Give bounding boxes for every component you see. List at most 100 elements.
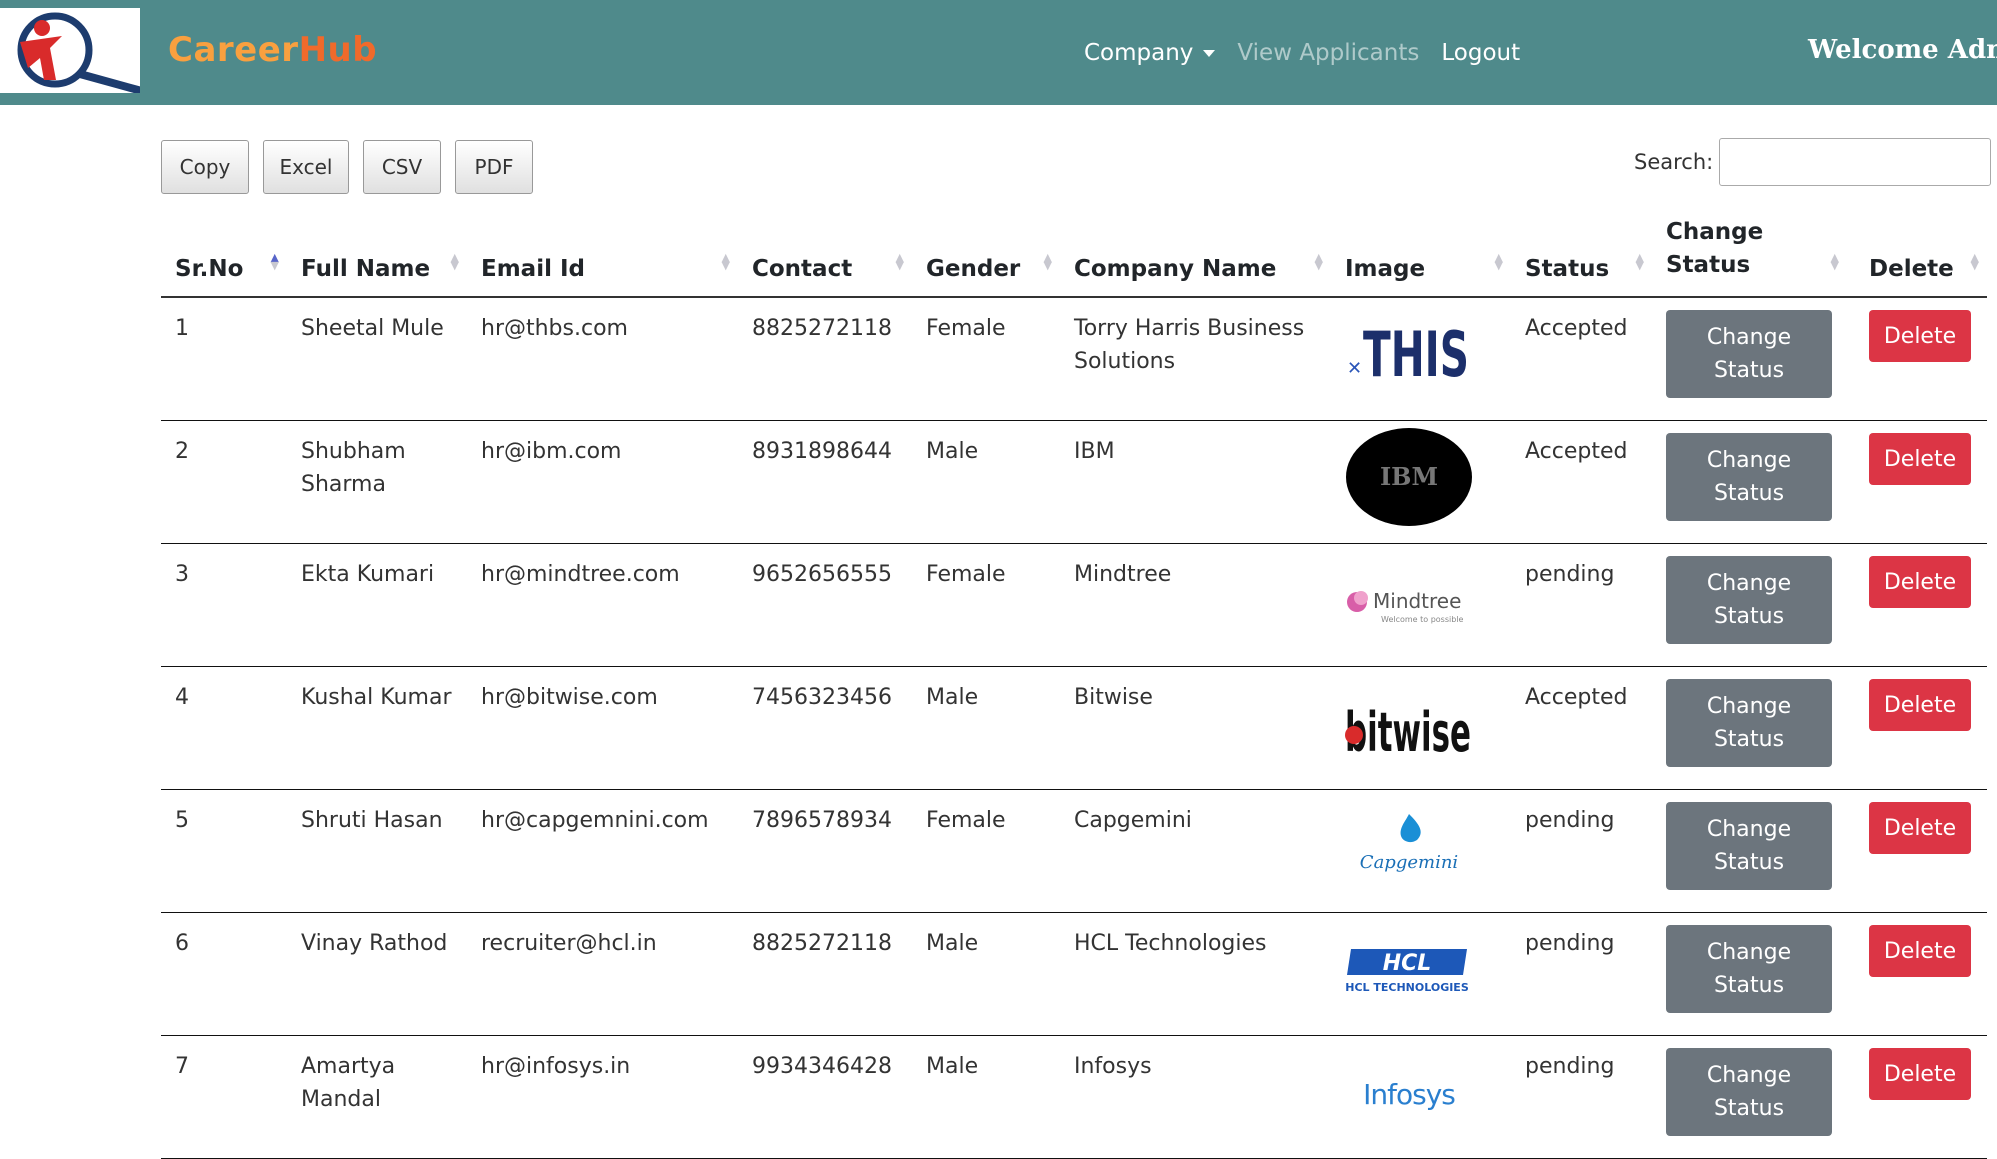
delete-button[interactable]: Delete	[1869, 556, 1971, 608]
app-logo[interactable]	[0, 8, 142, 94]
cell-fullname: Kushal Kumar	[287, 666, 467, 790]
svg-text:HCL TECHNOLOGIES: HCL TECHNOLOGIES	[1345, 981, 1469, 994]
table-row: 3 Ekta Kumari hr@mindtree.com 9652656555…	[161, 543, 1987, 667]
cell-status: Accepted	[1511, 297, 1652, 421]
change-status-button[interactable]: Change Status	[1666, 556, 1832, 644]
col-header-contact[interactable]: Contact ▲ ▼	[738, 212, 912, 298]
cell-delete: Delete	[1847, 912, 1987, 1036]
cell-gender: Female	[912, 543, 1060, 667]
cell-contact: 8931898644	[738, 420, 912, 544]
bitwise-logo: bitwise	[1345, 675, 1473, 771]
cell-email: hr@infosys.in	[467, 1035, 738, 1159]
svg-text:Mindtree: Mindtree	[1373, 589, 1461, 613]
cell-contact: 9652656555	[738, 543, 912, 667]
header-label: Status	[1525, 256, 1610, 282]
cell-fullname: Ekta Kumari	[287, 543, 467, 667]
cell-gender: Male	[912, 912, 1060, 1036]
applicants-table: Sr.No ▲ ▼ Full Name ▲ ▼ Email Id ▲ ▼ Contact ▲ ▼…	[161, 212, 1987, 1159]
cell-change-status: Change Status	[1652, 1035, 1847, 1159]
cell-status: pending	[1511, 912, 1652, 1036]
change-status-button[interactable]: Change Status	[1666, 433, 1832, 521]
cell-image: Infosys	[1331, 1035, 1511, 1159]
delete-button[interactable]: Delete	[1869, 1048, 1971, 1100]
cell-gender: Female	[912, 789, 1060, 913]
delete-button[interactable]: Delete	[1869, 802, 1971, 854]
copy-button[interactable]: Copy	[161, 140, 249, 194]
change-status-button[interactable]: Change Status	[1666, 310, 1832, 398]
logo-magnifier-icon	[17, 12, 142, 94]
cell-status: pending	[1511, 543, 1652, 667]
cell-image: Mindtree Welcome to possible	[1331, 543, 1511, 667]
delete-button[interactable]: Delete	[1869, 679, 1971, 731]
col-header-change-status[interactable]: Change Status ▲ ▼	[1652, 212, 1847, 298]
excel-button[interactable]: Excel	[263, 140, 349, 194]
cell-status: pending	[1511, 1035, 1652, 1159]
brand-name[interactable]: CareerHub	[168, 30, 377, 70]
sort-icon: ▲ ▼	[721, 251, 730, 272]
cell-delete: Delete	[1847, 543, 1987, 667]
sort-icon: ▲ ▼	[1494, 251, 1503, 272]
header-label: Company Name	[1074, 256, 1277, 282]
col-header-image[interactable]: Image ▲ ▼	[1331, 212, 1511, 298]
header-label: Change Status	[1666, 219, 1764, 278]
cell-email: hr@ibm.com	[467, 420, 738, 544]
change-status-button[interactable]: Change Status	[1666, 679, 1832, 767]
cell-delete: Delete	[1847, 297, 1987, 421]
cell-srno: 7	[161, 1035, 287, 1159]
col-header-srno[interactable]: Sr.No ▲ ▼	[161, 212, 287, 298]
cell-image: IBM	[1331, 420, 1511, 544]
col-header-status[interactable]: Status ▲ ▼	[1511, 212, 1652, 298]
cell-contact: 9934346428	[738, 1035, 912, 1159]
nav-company-dropdown[interactable]: Company	[1084, 40, 1216, 66]
col-header-gender[interactable]: Gender ▲ ▼	[912, 212, 1060, 298]
table-row: 4 Kushal Kumar hr@bitwise.com 7456323456…	[161, 666, 1987, 790]
header-label: Image	[1345, 256, 1426, 282]
sort-icon: ▲ ▼	[895, 251, 904, 272]
sort-icon: ▲ ▼	[1635, 251, 1644, 272]
header-label: Contact	[752, 256, 853, 282]
cell-company: Bitwise	[1060, 666, 1331, 790]
cell-change-status: Change Status	[1652, 666, 1847, 790]
search-input[interactable]	[1719, 138, 1992, 186]
delete-button[interactable]: Delete	[1869, 925, 1971, 977]
cell-status: Accepted	[1511, 420, 1652, 544]
cell-company: HCL Technologies	[1060, 912, 1331, 1036]
pdf-button[interactable]: PDF	[455, 140, 533, 194]
csv-button[interactable]: CSV	[363, 140, 441, 194]
delete-button[interactable]: Delete	[1869, 310, 1971, 362]
sort-icon: ▲ ▼	[450, 251, 459, 272]
cell-srno: 5	[161, 789, 287, 913]
cell-email: hr@capgemnini.com	[467, 789, 738, 913]
mindtree-logo: Mindtree Welcome to possible	[1345, 552, 1473, 648]
sort-icon: ▲ ▼	[1970, 251, 1979, 272]
nav-view-applicants[interactable]: View Applicants	[1237, 40, 1419, 66]
cell-srno: 1	[161, 297, 287, 421]
delete-button[interactable]: Delete	[1869, 433, 1971, 485]
change-status-button[interactable]: Change Status	[1666, 925, 1832, 1013]
header-label: Sr.No	[175, 256, 244, 282]
cell-change-status: Change Status	[1652, 297, 1847, 421]
export-buttons: Copy Excel CSV PDF	[161, 140, 547, 194]
header-label: Full Name	[301, 256, 431, 282]
cell-gender: Male	[912, 666, 1060, 790]
cell-contact: 7456323456	[738, 666, 912, 790]
sort-icon: ▲ ▼	[1830, 251, 1839, 272]
col-header-email[interactable]: Email Id ▲ ▼	[467, 212, 738, 298]
sort-icon: ▲ ▼	[1043, 251, 1052, 272]
cell-company: Torry Harris Business Solutions	[1060, 297, 1331, 421]
cell-image: ✕ THIS	[1331, 297, 1511, 421]
cell-image: bitwise	[1331, 666, 1511, 790]
col-header-delete[interactable]: Delete ▲ ▼	[1847, 212, 1987, 298]
nav-logout[interactable]: Logout	[1441, 40, 1520, 66]
cell-srno: 6	[161, 912, 287, 1036]
svg-text:Welcome to possible: Welcome to possible	[1381, 615, 1464, 624]
cell-email: recruiter@hcl.in	[467, 912, 738, 1036]
search-box: Search:	[1634, 138, 1992, 186]
change-status-button[interactable]: Change Status	[1666, 802, 1832, 890]
cell-srno: 2	[161, 420, 287, 544]
table-row: 1 Sheetal Mule hr@thbs.com 8825272118 Fe…	[161, 297, 1987, 421]
cell-contact: 7896578934	[738, 789, 912, 913]
col-header-fullname[interactable]: Full Name ▲ ▼	[287, 212, 467, 298]
change-status-button[interactable]: Change Status	[1666, 1048, 1832, 1136]
col-header-company[interactable]: Company Name ▲ ▼	[1060, 212, 1331, 298]
